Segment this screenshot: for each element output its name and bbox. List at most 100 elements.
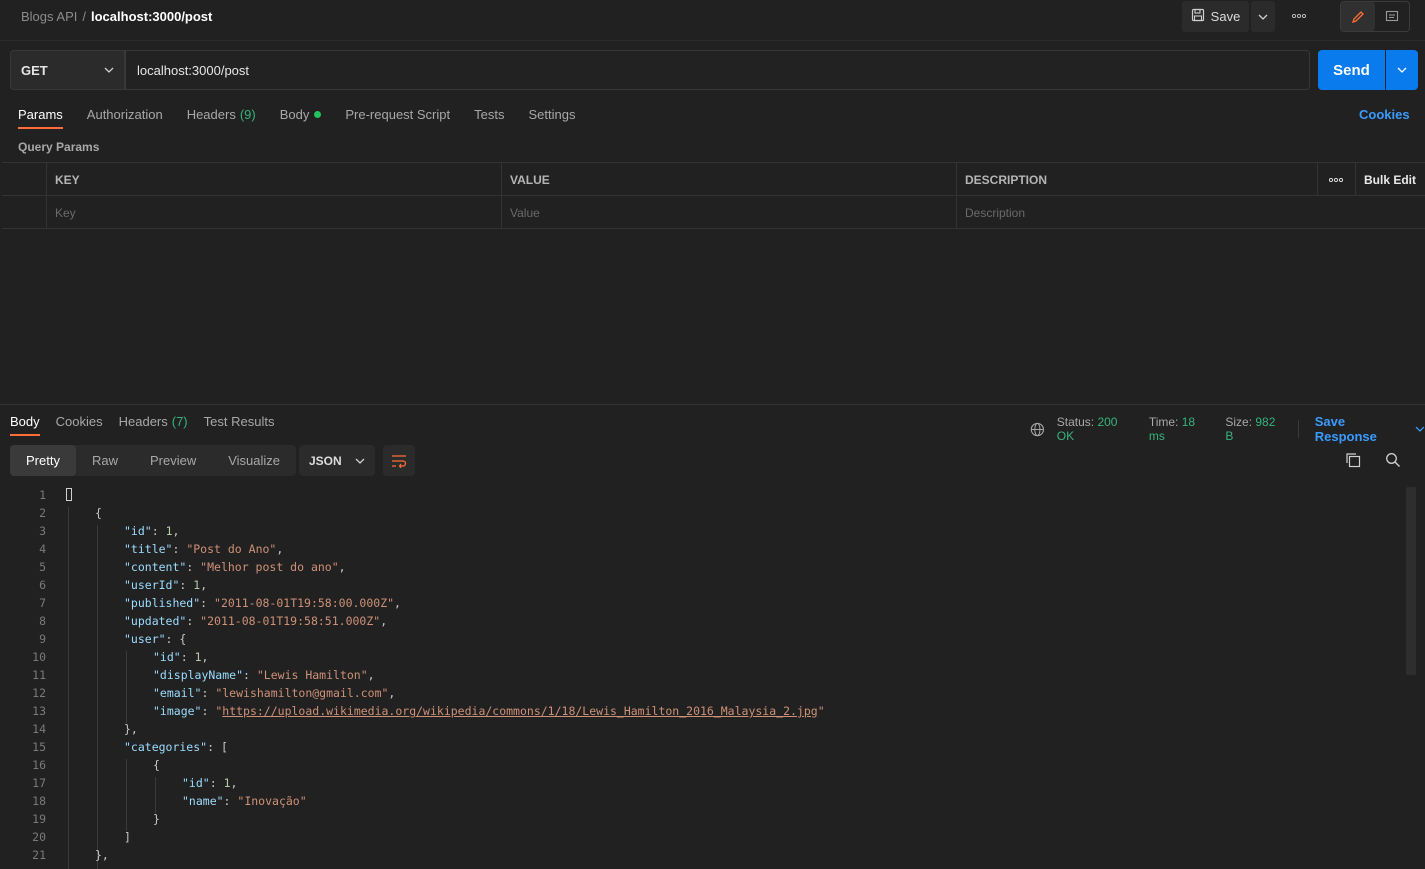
json-value: "lewishamilton@gmail.com" [215,686,389,700]
line-number: 15 [32,740,46,754]
response-meta: Status: 200 OK Time: 18 ms Size: 982 B S… [1030,414,1425,444]
save-button[interactable]: Save [1182,1,1249,32]
format-select[interactable]: JSON [299,445,375,476]
time-field[interactable]: Time: 18 ms [1149,415,1214,443]
divider [1297,420,1299,438]
tab-test-results[interactable]: Test Results [204,414,275,435]
tab-authorization[interactable]: Authorization [87,107,163,128]
code-line: { [95,506,102,520]
response-body-editor[interactable]: 1 2 3 4 5 6 7 8 9 10 11 12 13 14 15 16 1… [0,487,1405,869]
json-value: "2011-08-01T19:58:51.000Z" [200,614,381,628]
send-options-button[interactable] [1386,50,1418,90]
response-tabs: Body Cookies Headers (7) Test Results [10,414,275,436]
column-header-description: DESCRIPTION [956,163,1318,196]
code-line: "published": "2011-08-01T19:58:00.000Z", [124,596,401,610]
json-key: "content" [124,560,187,574]
code-line: "id": 1, [182,776,238,790]
code-line: }, [124,722,138,736]
tab-label: Body [279,107,310,122]
method-value: GET [21,62,48,78]
tab-response-cookies[interactable]: Cookies [56,414,103,435]
status-field[interactable]: Status: 200 OK [1057,415,1137,443]
search-button[interactable] [1385,452,1401,471]
line-number: 7 [39,596,46,610]
response-divider [0,404,1425,405]
scrollbar-thumb[interactable] [1406,487,1416,675]
line-number: 11 [32,668,46,682]
view-raw[interactable]: Raw [76,445,134,476]
key-input[interactable]: Key [46,196,502,229]
query-params-table: KEY VALUE DESCRIPTION Bulk Edit Key Valu… [2,162,1425,229]
edit-mode-button[interactable] [1341,2,1375,31]
line-number: 16 [32,758,46,772]
json-key: "id" [153,650,181,664]
body-indicator-dot [314,111,322,118]
code-line: "title": "Post do Ano", [124,542,284,556]
save-icon [1191,8,1205,25]
line-number: 12 [32,686,46,700]
comments-mode-button[interactable] [1375,2,1409,31]
save-options-button[interactable] [1251,1,1275,32]
tab-headers[interactable]: Headers (9) [187,107,256,128]
tab-settings[interactable]: Settings [528,107,575,128]
tab-label: Params [18,107,63,122]
code-line: ] [124,830,131,844]
line-number: 3 [39,524,46,538]
line-number: 14 [32,722,46,736]
image-url-link[interactable]: https://upload.wikimedia.org/wikipedia/c… [222,704,817,718]
table-header-row: KEY VALUE DESCRIPTION Bulk Edit [2,163,1425,196]
breadcrumb-collection[interactable]: Blogs API [21,9,77,24]
view-preview[interactable]: Preview [134,445,212,476]
indent-guide [126,651,127,723]
json-key: "displayName" [153,668,244,682]
json-value: 1 [193,578,201,592]
wrap-lines-button[interactable] [383,445,415,476]
text-cursor [66,488,72,501]
size-field[interactable]: Size: 982 B [1225,415,1285,443]
view-visualize[interactable]: Visualize [212,445,296,476]
cookies-link[interactable]: Cookies [1359,107,1410,122]
json-key: "updated" [124,614,187,628]
json-value: "Post do Ano" [186,542,277,556]
tab-response-headers[interactable]: Headers (7) [119,414,188,435]
more-actions-button[interactable] [1288,8,1310,24]
code-line: "categories": [ [124,740,228,754]
line-number: 18 [32,794,46,808]
copy-button[interactable] [1345,452,1361,471]
tab-pre-request-script[interactable]: Pre-request Script [345,107,450,128]
line-number: 13 [32,704,46,718]
line-number: 10 [32,650,46,664]
code-line: "updated": "2011-08-01T19:58:51.000Z", [124,614,388,628]
view-pretty[interactable]: Pretty [10,445,76,476]
column-header-key: KEY [46,163,502,196]
bulk-edit-button[interactable]: Bulk Edit [1355,163,1425,196]
tab-response-body[interactable]: Body [10,414,40,436]
tab-body[interactable]: Body [280,107,322,128]
url-value: localhost:3000/post [137,62,250,78]
tab-label: Headers [186,107,236,122]
pencil-icon [1351,10,1364,23]
code-line: { [153,758,160,772]
tab-tests[interactable]: Tests [474,107,504,128]
json-key: "categories" [124,740,208,754]
url-input[interactable]: localhost:3000/post [125,50,1310,90]
tab-label: Body [10,414,40,429]
chevron-down-icon [1415,426,1425,432]
send-button[interactable]: Send [1318,50,1385,90]
breadcrumb-request-name[interactable]: localhost:3000/post [91,9,212,24]
json-key: "email" [153,686,202,700]
request-tabs: Params Authorization Headers (9) Body Pre… [18,107,575,129]
table-options-button[interactable] [1317,163,1355,196]
json-key: "title" [124,542,173,556]
globe-icon[interactable] [1030,422,1045,437]
code-line: "content": "Melhor post do ano", [124,560,346,574]
search-icon [1386,453,1400,467]
tab-params[interactable]: Params [18,107,63,129]
line-number: 6 [39,578,46,592]
save-response-button[interactable]: Save Response [1315,414,1425,444]
method-select[interactable]: GET [10,50,125,90]
tab-label: Cookies [55,414,103,429]
format-value: JSON [309,453,342,468]
value-input[interactable]: Value [501,196,957,229]
description-input[interactable]: Description [956,196,1425,229]
